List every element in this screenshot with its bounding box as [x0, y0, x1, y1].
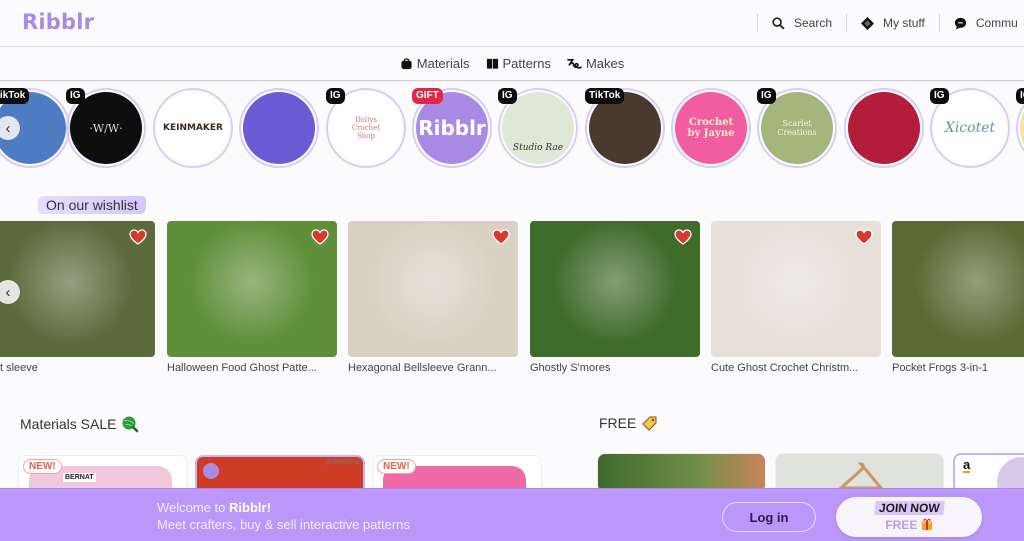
story-label: Dollys Crochet Shop — [351, 116, 381, 140]
wishlist-card-title[interactable]: Cute Ghost Crochet Christm... — [711, 362, 881, 374]
wishlist-card-title[interactable]: Halloween Food Ghost Patte... — [167, 362, 337, 374]
search-icon — [772, 16, 785, 30]
nav-community[interactable]: Commu — [940, 16, 1024, 30]
nav-search[interactable]: Search — [758, 16, 846, 30]
story-image — [243, 92, 315, 164]
join-free-label: FREE — [836, 518, 982, 532]
free-pattern-card[interactable]: a — [953, 453, 1024, 493]
platform-badge: IG — [498, 88, 517, 104]
ribblr-avatar — [203, 463, 219, 479]
bag-icon — [401, 58, 412, 70]
story-label: Crochet by Jayne — [687, 117, 735, 139]
story-avatar[interactable] — [239, 88, 319, 168]
yarn-ball-icon — [122, 416, 139, 433]
join-now-label: JOIN NOW — [873, 501, 945, 515]
yarn-label: BERNAT — [63, 473, 96, 482]
wishlist-card-image[interactable] — [711, 221, 881, 357]
platform-badge: IG — [66, 88, 85, 104]
top-nav: Search My stuff Commu — [757, 0, 1024, 46]
heart-icon[interactable] — [311, 229, 329, 245]
story-avatar[interactable]: Crochet by Jayne — [671, 88, 751, 168]
wishlist-card-image[interactable] — [167, 221, 337, 357]
wishlist-card-image[interactable] — [348, 221, 518, 357]
category-materials-label: Materials — [416, 56, 470, 71]
wishlist-section-title: On our wishlist — [37, 196, 147, 214]
join-now-button[interactable]: JOIN NOW FREE — [836, 497, 982, 537]
free-pattern-card[interactable] — [597, 453, 766, 493]
materials-sale-label: Materials SALE — [20, 416, 117, 432]
story-avatar[interactable]: KEINMAKER — [153, 88, 233, 168]
yarn-squiggle-icon — [567, 58, 582, 69]
wishlist-card-title[interactable]: Ghostly S'mores — [530, 362, 700, 374]
chat-bubble-icon — [954, 17, 966, 29]
welcome-banner: Welcome to Ribblr! Meet crafters, buy & … — [0, 488, 1024, 541]
nav-search-label: Search — [794, 16, 833, 30]
wishlist-card-title[interactable]: t sleeve — [0, 362, 155, 374]
diamond-icon — [861, 16, 875, 30]
welcome-brand: Ribblr! — [229, 500, 271, 515]
book-icon — [486, 58, 498, 69]
new-badge: NEW! — [377, 459, 416, 474]
platform-badge: IG — [930, 88, 949, 104]
heart-icon[interactable] — [129, 229, 147, 245]
story-avatar[interactable] — [844, 88, 924, 168]
wishlist-carousel: t sleeve Halloween Food Ghost Patte... Hex… — [0, 221, 1024, 381]
wishlist-card-image[interactable] — [530, 221, 700, 357]
story-label: KEINMAKER — [163, 123, 223, 133]
top-bar: Ribblr Search My stuff Commu — [0, 0, 1024, 47]
category-patterns[interactable]: Patterns — [486, 56, 551, 71]
free-section-title: FREE — [599, 415, 659, 431]
materials-sale-title: Materials SALE — [20, 415, 139, 433]
story-image: KEINMAKER — [157, 92, 229, 164]
story-image — [848, 92, 920, 164]
welcome-prefix: Welcome to — [157, 500, 230, 515]
category-nav: Materials Patterns Makes — [0, 47, 1024, 81]
free-pattern-card[interactable] — [775, 453, 944, 493]
category-patterns-label: Patterns — [502, 56, 551, 71]
category-makes[interactable]: Makes — [567, 56, 624, 71]
wishlist-card[interactable]: Cute Ghost Crochet Christm... — [711, 221, 881, 374]
story-label: Studio Rae — [512, 143, 564, 153]
platform-badge: IG — [1016, 88, 1024, 104]
wishlist-card-title[interactable]: Pocket Frogs 3-in-1 — [892, 362, 1024, 374]
wishlist-card-title[interactable]: Hexagonal Bellsleeve Grann... — [348, 362, 518, 374]
heart-icon[interactable] — [674, 229, 692, 245]
heart-icon[interactable] — [492, 229, 510, 245]
platform-badge: TikTok — [0, 88, 30, 104]
wishlist-card-image[interactable] — [0, 221, 155, 357]
wishlist-card[interactable]: Hexagonal Bellsleeve Grann... — [348, 221, 518, 374]
wishlist-card[interactable]: Halloween Food Ghost Patte... — [167, 221, 337, 374]
promoted-label: promoted — [325, 457, 359, 466]
creator-stories-carousel: TikTok ·W/W· IG KEINMAKER Dollys Crochet Sho… — [0, 88, 1024, 168]
platform-badge: IG — [757, 88, 776, 104]
wishlist-card[interactable]: Pocket Frogs 3-in-1 — [892, 221, 1024, 374]
wishlist-card[interactable]: t sleeve — [0, 221, 155, 374]
gift-badge: GIFT — [412, 88, 443, 104]
story-label: Scarlet Creations — [777, 119, 817, 137]
category-materials[interactable]: Materials — [400, 56, 470, 71]
story-label: Xicotet — [944, 120, 996, 136]
platform-badge: TikTok — [585, 88, 625, 104]
story-label: Ribblr — [418, 116, 486, 140]
gift-icon — [921, 518, 933, 530]
category-makes-label: Makes — [585, 56, 625, 71]
welcome-tagline: Meet crafters, buy & sell interactive pa… — [157, 517, 410, 532]
price-tag-icon — [642, 416, 657, 431]
free-label: FREE — [599, 415, 637, 431]
story-image: Crochet by Jayne — [675, 92, 747, 164]
nav-community-label: Commu — [975, 16, 1018, 30]
ribblr-logo[interactable]: Ribblr — [22, 10, 94, 34]
platform-badge: IG — [326, 88, 345, 104]
nav-my-stuff-label: My stuff — [883, 16, 925, 30]
nav-my-stuff[interactable]: My stuff — [847, 16, 939, 30]
wishlist-card[interactable]: Ghostly S'mores — [530, 221, 700, 374]
welcome-text: Welcome to Ribblr! Meet crafters, buy & … — [157, 499, 410, 533]
new-badge: NEW! — [23, 459, 62, 474]
wishlist-card-image[interactable] — [892, 221, 1024, 357]
amazon-logo-icon: a — [963, 457, 971, 473]
story-label: ·W/W· — [89, 121, 123, 135]
heart-icon[interactable] — [855, 229, 873, 245]
login-button[interactable]: Log in — [722, 502, 816, 532]
